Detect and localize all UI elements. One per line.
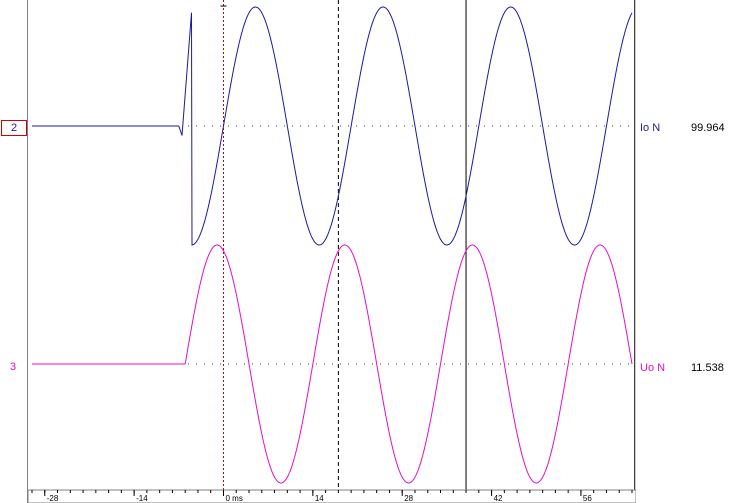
channel-name-uo-n[interactable]: Uo N xyxy=(640,361,665,375)
tick-label: -14 xyxy=(136,494,148,503)
channel-number-3[interactable]: 3 xyxy=(1,360,25,374)
baseline-grid xyxy=(188,125,632,365)
time-axis-bar xyxy=(28,489,636,503)
tick-label: 28 xyxy=(404,494,413,503)
time-axis: -28 -14 0 ms 14 28 42 56 xyxy=(28,489,636,503)
channel-name-io-n[interactable]: Io N xyxy=(640,121,660,135)
channel-value-io-n: 99.964 xyxy=(691,122,725,134)
tick-label: -28 xyxy=(47,494,59,503)
channel-number-2[interactable]: 2 xyxy=(1,120,27,136)
channel-legend-panel: Io N 99.964 Uo N 11.538 xyxy=(636,0,745,503)
tick-label: 42 xyxy=(494,494,503,503)
channel-gutter: 2 3 xyxy=(0,0,27,503)
channel-value-uo-n: 11.538 xyxy=(691,362,724,374)
tick-label: 56 xyxy=(583,494,592,503)
tick-label: 0 ms xyxy=(225,494,242,503)
traces xyxy=(32,6,633,484)
waveform-plot-area[interactable]: -28 -14 0 ms 14 28 42 56 xyxy=(27,0,636,503)
tick-label: 14 xyxy=(315,494,324,503)
waveform-canvas[interactable]: -28 -14 0 ms 14 28 42 56 xyxy=(28,0,636,503)
